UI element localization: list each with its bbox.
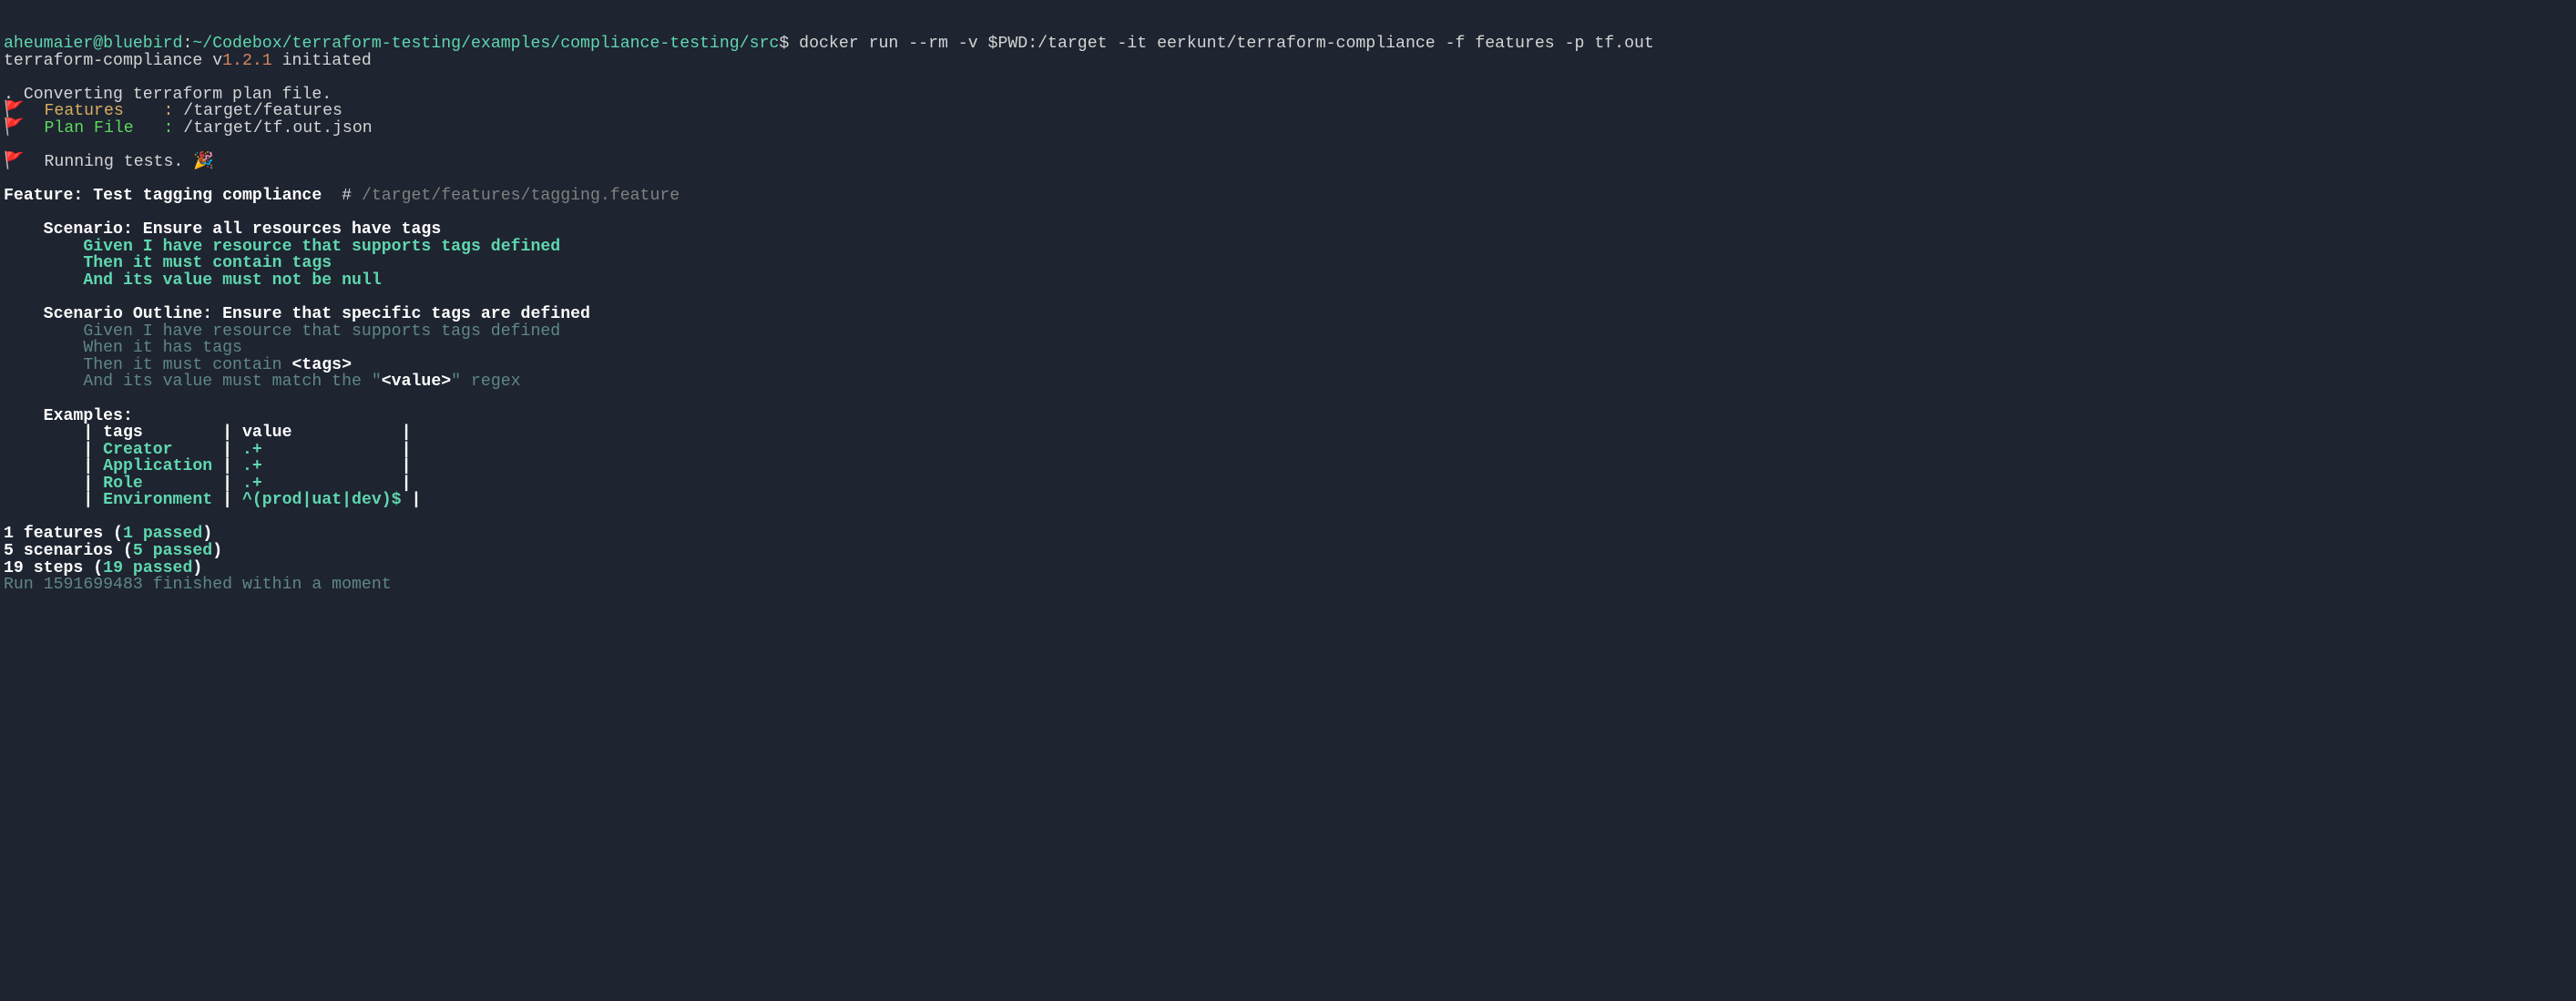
row-pre: | (4, 475, 103, 493)
row-pre: | (4, 457, 103, 475)
prompt-sep2: $ (779, 35, 789, 53)
scenario2-and1: And its value must match the " (4, 373, 382, 391)
party-icon: 🎉 (193, 153, 214, 171)
scenario2-then-tag: <tags> (292, 356, 353, 374)
row-mid: | (212, 441, 242, 459)
row-pre: | (4, 441, 103, 459)
row-mid: | (212, 475, 242, 493)
features-path: /target/features (183, 102, 342, 120)
scenario2-when: When it has tags (4, 339, 242, 357)
row-end: | (402, 491, 422, 509)
row-tag: Application (103, 457, 212, 475)
running-tests: Running tests. (25, 153, 194, 171)
summary-scenarios-c: ) (212, 542, 222, 560)
scenario1-title: Scenario: Ensure all resources have tags (4, 220, 441, 239)
summary-steps-b: 19 passed (103, 559, 192, 577)
scenario1-and: And its value must not be null (4, 271, 382, 290)
examples-header: | tags | value | (4, 424, 412, 442)
scenario1-then: Then it must contain tags (4, 254, 332, 272)
scenario1-given: Given I have resource that supports tags… (4, 238, 560, 256)
flag-icon: 🚩 (4, 102, 25, 120)
row-mid: | (212, 491, 242, 509)
command-text: docker run --rm -v $PWD:/target -it eerk… (789, 35, 1654, 53)
scenario2-given: Given I have resource that supports tags… (4, 322, 560, 341)
summary-steps-a: 19 steps ( (4, 559, 103, 577)
scenario2-and2: " regex (451, 373, 520, 391)
row-mid: | (212, 457, 242, 475)
prompt-path: ~/Codebox/terraform-testing/examples/com… (192, 35, 779, 53)
row-end: | (392, 441, 412, 459)
summary-steps-c: ) (192, 559, 202, 577)
scenario2-title: Scenario Outline: Ensure that specific t… (4, 305, 590, 323)
convert-line: . Converting terraform plan file. (4, 86, 332, 104)
feature-label: Feature: Test tagging compliance (4, 187, 342, 205)
feature-hash: # (342, 187, 362, 205)
run-line: Run 1591699483 finished within a moment (4, 576, 392, 594)
row-pre: | (4, 491, 103, 509)
scenario2-and-value: <value> (382, 373, 451, 391)
summary-features-b: 1 passed (123, 525, 202, 543)
examples-title: Examples: (4, 407, 133, 425)
init-prefix: terraform-compliance v (4, 52, 222, 70)
row-end: | (392, 475, 412, 493)
plan-label: Plan File : (25, 119, 184, 138)
features-label: Features : (25, 102, 184, 120)
feature-comment: /target/features/tagging.feature (362, 187, 680, 205)
row-val: .+ (242, 441, 392, 459)
init-suffix: initiated (272, 52, 372, 70)
flag-icon: 🚩 (4, 119, 25, 138)
row-val: ^(prod|uat|dev)$ (242, 491, 402, 509)
summary-scenarios-b: 5 passed (133, 542, 212, 560)
summary-features-c: ) (202, 525, 212, 543)
prompt-user: aheumaier@bluebird (4, 35, 182, 53)
flag-icon: 🚩 (4, 153, 25, 171)
row-val: .+ (242, 457, 392, 475)
scenario2-then: Then it must contain (4, 356, 292, 374)
row-tag: Environment (103, 491, 212, 509)
terminal-output: aheumaier@bluebird:~/Codebox/terraform-t… (4, 36, 2572, 594)
init-version: 1.2.1 (222, 52, 272, 70)
plan-path: /target/tf.out.json (183, 119, 372, 138)
summary-features-a: 1 features ( (4, 525, 123, 543)
prompt-sep1: : (182, 35, 192, 53)
row-tag: Creator (103, 441, 212, 459)
summary-scenarios-a: 5 scenarios ( (4, 542, 133, 560)
row-end: | (392, 457, 412, 475)
row-val: .+ (242, 475, 392, 493)
row-tag: Role (103, 475, 212, 493)
